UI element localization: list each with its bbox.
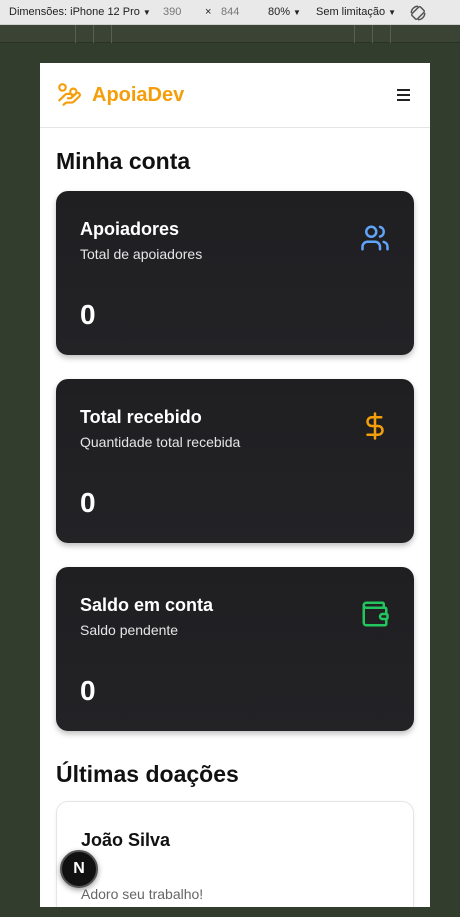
donor-name: João Silva — [81, 830, 171, 850]
ruler-tick — [372, 25, 373, 43]
throttle-select[interactable]: Sem limitação ▼ — [316, 6, 396, 18]
card-subtitle: Saldo pendente — [80, 622, 179, 638]
donation-message: Adoro seu trabalho! — [81, 886, 204, 902]
viewport-height-field[interactable]: 844 — [221, 6, 239, 18]
devtools-ruler — [0, 25, 460, 43]
app-header: ApoiaDev — [40, 63, 430, 128]
rotate-icon[interactable] — [409, 4, 427, 22]
zoom-select-label: 80% — [268, 6, 291, 18]
card-value: 0 — [80, 487, 96, 518]
hand-coins-icon — [58, 83, 81, 106]
stat-card-supporters: Apoiadores Total de apoiadores 0 — [56, 191, 414, 355]
card-subtitle: Total de apoiadores — [80, 246, 203, 262]
donation-card: João Silva Adoro seu trabalho! — [56, 801, 414, 907]
dimension-separator: × — [205, 6, 212, 18]
viewport-width-field[interactable]: 390 — [163, 6, 181, 18]
card-value: 0 — [80, 675, 96, 706]
card-title: Total recebido — [80, 407, 202, 427]
throttle-select-label: Sem limitação — [316, 6, 386, 18]
card-value: 0 — [80, 299, 96, 330]
stat-card-total-received: Total recebido Quantidade total recebida… — [56, 379, 414, 543]
card-subtitle: Quantidade total recebida — [80, 434, 241, 450]
donations-title: Últimas doações — [56, 761, 239, 787]
device-viewport: ApoiaDev Minha conta Apoiadores Total de… — [40, 63, 430, 907]
device-select-label: Dimensões: iPhone 12 Pro — [9, 6, 140, 18]
ruler-tick — [75, 25, 76, 43]
ruler-tick — [354, 25, 355, 43]
chevron-down-icon: ▼ — [142, 8, 151, 17]
wallet-icon — [362, 601, 389, 627]
main-content: Minha conta Apoiadores Total de apoiador… — [40, 147, 430, 907]
chevron-down-icon: ▼ — [293, 8, 301, 17]
hamburger-menu-icon[interactable] — [394, 85, 414, 105]
page-title: Minha conta — [56, 148, 191, 174]
brand-name: ApoiaDev — [92, 83, 185, 106]
ruler-tick — [111, 25, 112, 43]
stat-card-balance: Saldo em conta Saldo pendente 0 — [56, 567, 414, 731]
card-title: Saldo em conta — [80, 595, 214, 615]
chevron-down-icon: ▼ — [388, 8, 396, 17]
device-select[interactable]: Dimensões: iPhone 12 Pro ▼ — [9, 6, 151, 18]
users-icon — [361, 225, 389, 251]
card-title: Apoiadores — [80, 219, 180, 239]
devtools-toolbar: Dimensões: iPhone 12 Pro ▼ 390 × 844 80% ▼… — [0, 0, 460, 25]
zoom-select[interactable]: 80% ▼ — [268, 6, 301, 18]
ruler-tick — [93, 25, 94, 43]
brand-logo[interactable]: ApoiaDev — [56, 82, 184, 108]
ruler-tick — [390, 25, 391, 43]
dollar-sign-icon — [366, 412, 384, 440]
nextjs-dev-badge[interactable]: N — [60, 850, 98, 888]
